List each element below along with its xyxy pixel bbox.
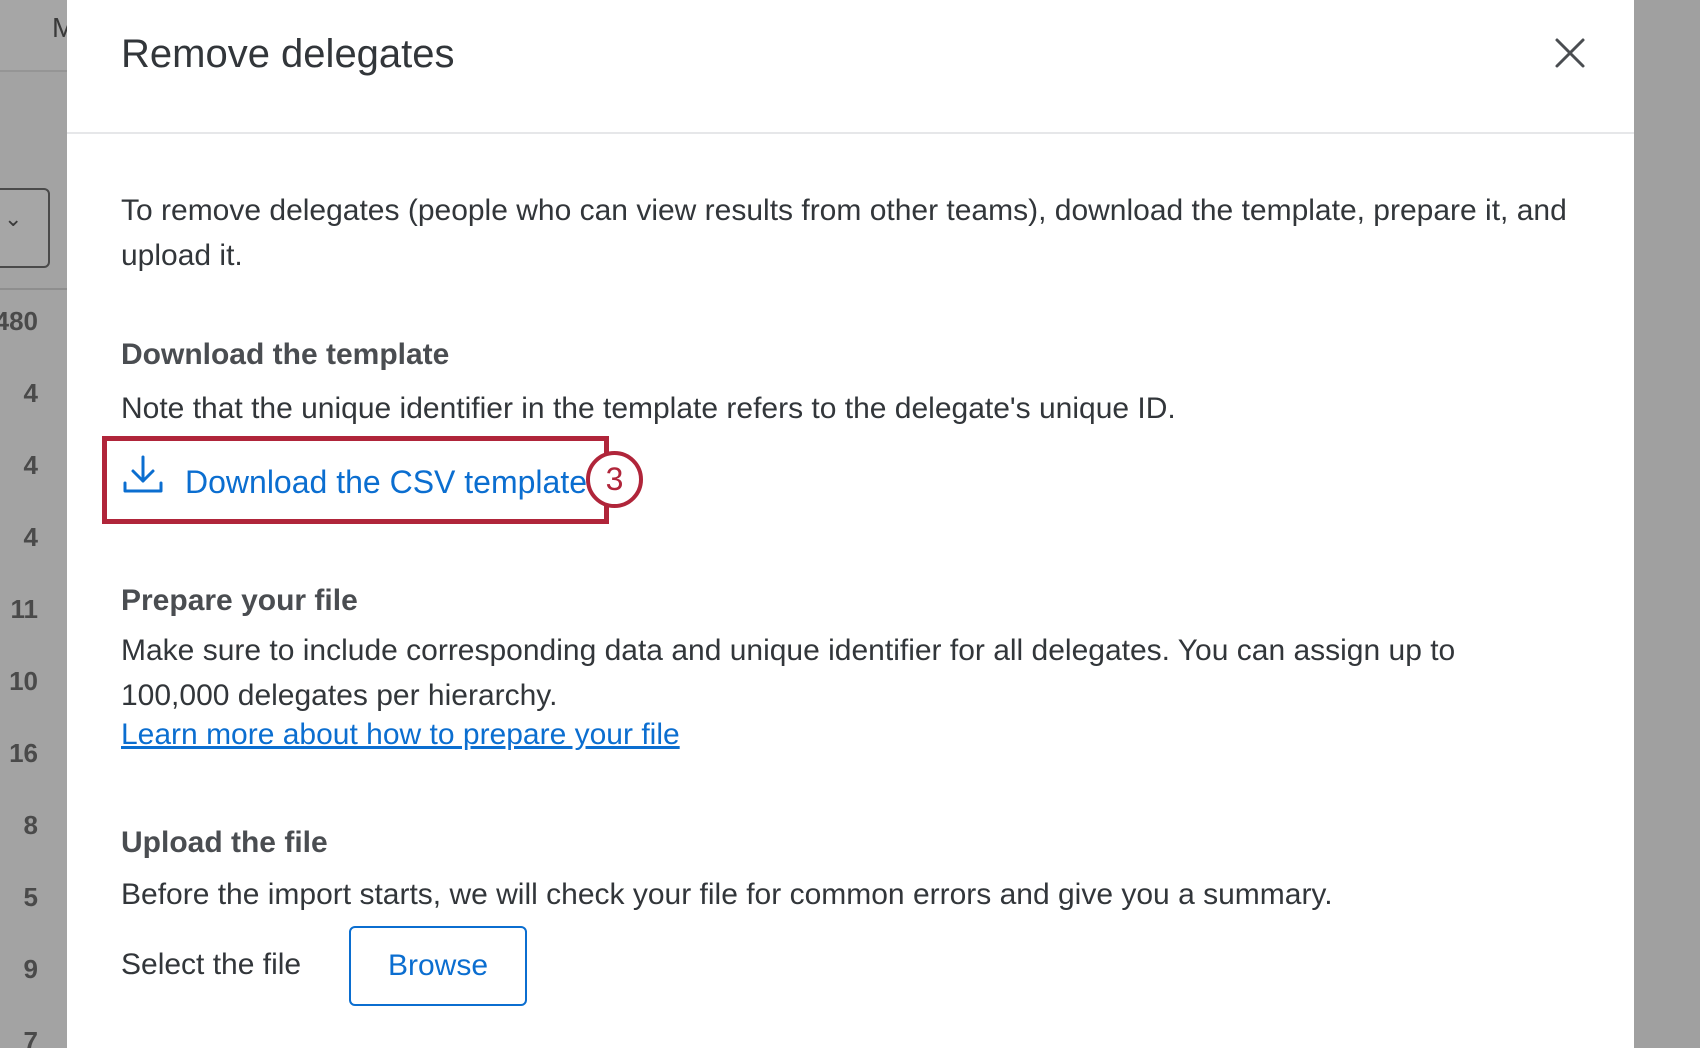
row-number: 7 bbox=[23, 1026, 38, 1048]
row-number: 5 bbox=[23, 882, 38, 912]
close-icon bbox=[1555, 38, 1585, 68]
row-number: 4 bbox=[23, 450, 38, 480]
row-number: 4 bbox=[23, 378, 38, 408]
step-badge: 3 bbox=[586, 451, 643, 508]
browse-button[interactable]: Browse bbox=[349, 926, 527, 1006]
download-section-heading: Download the template bbox=[121, 338, 450, 371]
close-button[interactable] bbox=[1543, 30, 1595, 82]
upload-section-text: Before the import starts, we will check … bbox=[121, 878, 1333, 911]
download-section-note: Note that the unique identifier in the t… bbox=[121, 392, 1176, 425]
download-csv-template-link[interactable]: Download the CSV template bbox=[121, 454, 587, 510]
row-number: 8 bbox=[23, 810, 38, 840]
dialog-header: Remove delegates bbox=[67, 0, 1634, 134]
prepare-section-heading: Prepare your file bbox=[121, 584, 358, 617]
row-number: 11 bbox=[10, 594, 39, 624]
upload-section-heading: Upload the file bbox=[121, 826, 328, 859]
dialog-intro: To remove delegates (people who can view… bbox=[121, 194, 1567, 272]
download-icon bbox=[123, 455, 163, 493]
row-number: 9 bbox=[23, 954, 38, 984]
dialog-title: Remove delegates bbox=[121, 32, 455, 76]
learn-more-link[interactable]: Learn more about how to prepare your fil… bbox=[121, 718, 680, 752]
row-number: 16 bbox=[9, 738, 38, 768]
download-link-label: Download the CSV template bbox=[185, 463, 587, 500]
background-right-panel bbox=[1634, 0, 1700, 1048]
chevron-down-icon: ⌄ bbox=[4, 206, 23, 231]
prepare-section-text: Make sure to include corresponding data … bbox=[121, 634, 1456, 712]
row-number: 10 bbox=[9, 666, 38, 696]
remove-delegates-dialog: Remove delegates To remove delegates (pe… bbox=[67, 0, 1634, 1048]
select-file-label: Select the file bbox=[121, 948, 302, 981]
row-number: 4 bbox=[23, 522, 38, 552]
row-number: 480 bbox=[0, 306, 38, 336]
